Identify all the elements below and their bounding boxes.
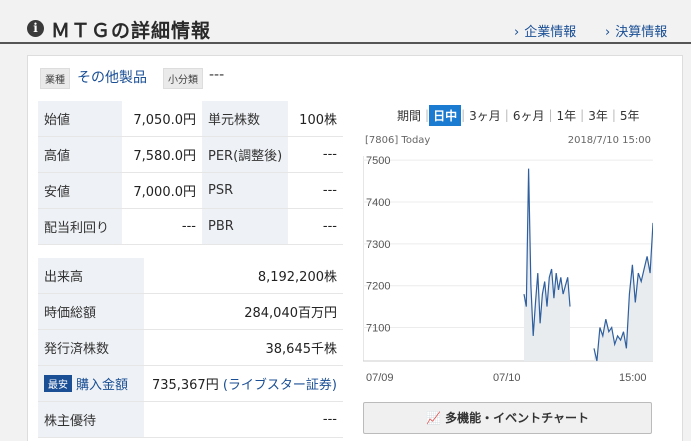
- low-value: 7,000.0円: [122, 172, 202, 209]
- price-chart-area: 期間 | 日中 | 3ヶ月 | 6ヶ月 | 1年 | 3年 | 5年 [7806…: [363, 104, 653, 441]
- table-row: 株主優待 ---: [38, 401, 343, 438]
- table-row: 安値 7,000.0円 PSR ---: [38, 172, 343, 209]
- y-tick-label: 7200: [366, 281, 390, 293]
- dividend-yield-value: ---: [122, 208, 202, 245]
- table-row: 始値 7,050.0円 単元株数 100株: [38, 100, 343, 137]
- chevron-right-icon: ›: [514, 25, 520, 40]
- pbr-value: ---: [288, 208, 343, 245]
- purchase-amount-link[interactable]: 購入金額: [76, 378, 128, 393]
- chart-icon: 📈: [425, 411, 446, 425]
- broker-link[interactable]: (ライブスター証券): [223, 378, 337, 393]
- shares-outstanding-label: 発行済株数: [38, 329, 144, 366]
- purchase-amount-value-cell: 735,367円 (ライブスター証券): [144, 365, 343, 402]
- chart-datetime: 2018/7/10 15:00: [567, 135, 651, 146]
- company-info-link[interactable]: › 企業情報: [514, 21, 576, 40]
- shareholder-benefit-label: 株主優待: [38, 401, 144, 438]
- tab-1-year[interactable]: 1年: [553, 107, 581, 124]
- section-header: i ＭＴＧの詳細情報 › 企業情報 › 決算情報: [0, 0, 691, 44]
- financial-info-link[interactable]: › 決算情報: [605, 21, 667, 40]
- tab-intraday[interactable]: 日中: [429, 104, 462, 126]
- table-row: 時価総額 284,040百万円: [38, 293, 343, 330]
- unit-shares-value: 100株: [288, 100, 343, 137]
- purchase-amount-cell: 最安 購入金額: [38, 365, 144, 402]
- market-cap-label: 時価総額: [38, 293, 144, 330]
- tab-3-years[interactable]: 3年: [584, 107, 612, 124]
- table-row: 発行済株数 38,645千株: [38, 329, 343, 366]
- shares-outstanding-value: 38,645千株: [144, 329, 343, 366]
- stats-table: 出来高 8,192,200株 時価総額 284,040百万円 発行済株数 38,…: [38, 257, 343, 438]
- volume-label: 出来高: [38, 257, 144, 294]
- range-label: 期間: [397, 108, 422, 123]
- info-icon: i: [27, 20, 44, 37]
- y-tick-label: 7100: [366, 323, 390, 335]
- subcategory-tag: 小分類: [163, 68, 203, 89]
- cheapest-badge: 最安: [44, 375, 72, 392]
- tab-5-years[interactable]: 5年: [616, 107, 644, 124]
- high-value: 7,580.0円: [122, 136, 202, 173]
- price-table: 始値 7,050.0円 単元株数 100株 高値 7,580.0円 PER(調整…: [38, 100, 343, 245]
- multi-function-chart-button[interactable]: 📈 多機能・イベントチャート: [363, 402, 652, 434]
- psr-value: ---: [288, 172, 343, 209]
- high-label: 高値: [38, 136, 122, 173]
- y-tick-label: 7400: [366, 197, 390, 209]
- unit-shares-label: 単元株数: [202, 100, 289, 137]
- industry-link[interactable]: その他製品: [77, 67, 147, 87]
- page-title: ＭＴＧの詳細情報: [51, 20, 212, 42]
- chart-code: [7806] Today: [365, 135, 431, 146]
- purchase-amount-value: 735,367円: [151, 378, 219, 393]
- table-row: 高値 7,580.0円 PER(調整後) ---: [38, 136, 343, 173]
- per-label: PER(調整後): [202, 136, 289, 173]
- tab-6-months[interactable]: 6ヶ月: [509, 107, 549, 124]
- market-cap-value: 284,040百万円: [144, 293, 343, 330]
- chevron-right-icon: ›: [605, 25, 611, 40]
- x-tick-label: 07/09: [366, 372, 394, 384]
- table-row: 最安 購入金額 735,367円 (ライブスター証券): [38, 365, 343, 402]
- open-label: 始値: [38, 100, 122, 137]
- y-tick-label: 7300: [366, 239, 390, 251]
- table-row: 配当利回り --- PBR ---: [38, 208, 343, 245]
- dividend-yield-label: 配当利回り: [38, 208, 122, 245]
- table-row: 出来高 8,192,200株: [38, 257, 343, 294]
- x-tick-label: 15:00: [619, 372, 647, 384]
- y-tick-label: 7500: [366, 155, 390, 167]
- per-value: ---: [288, 136, 343, 173]
- subcategory-value: ---: [209, 67, 225, 83]
- volume-value: 8,192,200株: [144, 257, 343, 294]
- pbr-label: PBR: [202, 208, 289, 245]
- shareholder-benefit-value: ---: [144, 401, 343, 438]
- x-tick-label: 07/10: [493, 372, 521, 384]
- open-value: 7,050.0円: [122, 100, 202, 137]
- psr-label: PSR: [202, 172, 289, 209]
- industry-tag: 業種: [40, 68, 70, 89]
- tab-3-months[interactable]: 3ヶ月: [465, 107, 505, 124]
- range-tabs: 期間 | 日中 | 3ヶ月 | 6ヶ月 | 1年 | 3年 | 5年: [393, 104, 644, 126]
- low-label: 安値: [38, 172, 122, 209]
- intraday-line-chart[interactable]: 7100 7200 7300 7400 7500 07/09 07/10 15:00: [363, 148, 653, 398]
